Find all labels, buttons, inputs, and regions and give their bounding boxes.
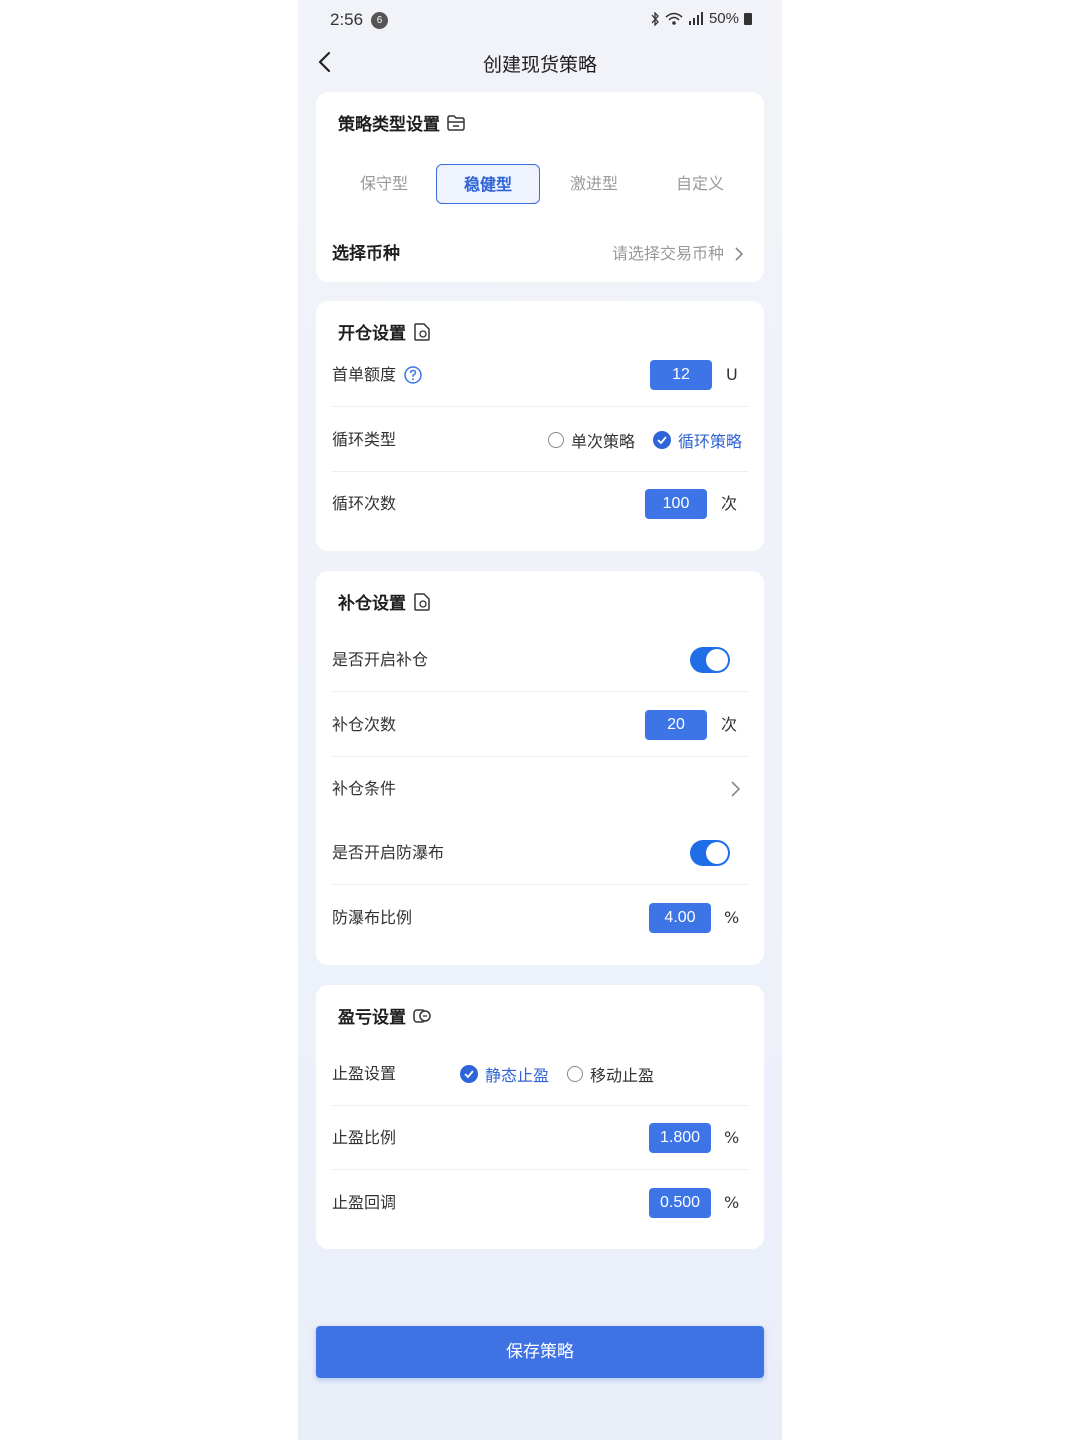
folder-icon bbox=[447, 114, 465, 131]
cycle-count-unit: 次 bbox=[721, 494, 738, 513]
battery-icon bbox=[744, 12, 752, 25]
status-indicators: 50% bbox=[650, 10, 752, 27]
radio-static-take-profit-label: 静态止盈 bbox=[485, 1066, 550, 1085]
open-position-title: 开仓设置 bbox=[338, 319, 432, 344]
add-position-card: 补仓设置 是否开启补仓 补仓次数 20 次 补仓条件 是否开启防瀑布 防瀑布比例… bbox=[316, 571, 764, 965]
cycle-type-label: 循环类型 bbox=[332, 430, 397, 449]
nav-bar: 创建现货策略 bbox=[298, 40, 782, 84]
radio-unchecked-icon bbox=[548, 432, 564, 448]
add-position-title: 补仓设置 bbox=[338, 589, 432, 614]
anti-crash-ratio-input[interactable]: 4.00 bbox=[649, 903, 711, 933]
enable-add-position-toggle[interactable] bbox=[690, 647, 730, 673]
cycle-type-row: 循环类型 单次策略 循环策略 bbox=[332, 408, 748, 472]
add-position-condition-label: 补仓条件 bbox=[332, 779, 397, 798]
status-time: 2:56 bbox=[330, 10, 364, 29]
strategy-type-title-text: 策略类型设置 bbox=[338, 115, 440, 135]
take-profit-ratio-unit: % bbox=[724, 1128, 740, 1147]
take-profit-radio-group: 静态止盈 移动止盈 bbox=[460, 1042, 654, 1106]
anti-crash-row: 是否开启防瀑布 bbox=[332, 821, 748, 885]
take-profit-pullback-row: 止盈回调 0.500 % bbox=[332, 1171, 748, 1235]
radio-single-strategy-label: 单次策略 bbox=[571, 432, 636, 451]
add-position-title-text: 补仓设置 bbox=[338, 594, 406, 614]
document-clock-icon bbox=[414, 592, 430, 611]
first-order-label: 首单额度 bbox=[332, 343, 422, 407]
phone-screen: 2:56 6 50% 创建现货策略 策略类型设置 保守型 稳健型 激进型 自定义… bbox=[298, 0, 782, 1440]
cycle-count-input[interactable]: 100 bbox=[645, 489, 707, 519]
take-profit-ratio-row: 止盈比例 1.800 % bbox=[332, 1106, 748, 1170]
radio-checked-icon bbox=[460, 1065, 478, 1083]
notification-count-badge: 6 bbox=[371, 12, 388, 29]
enable-add-position-label: 是否开启补仓 bbox=[332, 650, 429, 669]
chevron-right-icon[interactable] bbox=[728, 779, 742, 799]
take-profit-ratio-label: 止盈比例 bbox=[332, 1128, 397, 1147]
coin-select-label: 选择币种 bbox=[332, 244, 400, 264]
cycle-count-row: 循环次数 100 次 bbox=[332, 472, 748, 536]
first-order-row: 首单额度 12 U bbox=[332, 343, 748, 407]
anti-crash-ratio-unit: % bbox=[724, 908, 740, 927]
radio-trailing-take-profit[interactable]: 移动止盈 bbox=[567, 1062, 654, 1086]
radio-unchecked-icon bbox=[567, 1066, 584, 1082]
anti-crash-label: 是否开启防瀑布 bbox=[332, 843, 445, 862]
profit-loss-title: 盈亏设置 bbox=[338, 1003, 432, 1028]
coin-select-placeholder: 请选择交易币种 bbox=[611, 244, 724, 263]
help-icon[interactable] bbox=[404, 366, 422, 384]
tab-balanced[interactable]: 稳健型 bbox=[436, 164, 540, 204]
anti-crash-ratio-row: 防瀑布比例 4.00 % bbox=[332, 886, 748, 950]
bluetooth-icon bbox=[651, 11, 659, 26]
coins-icon bbox=[413, 1008, 431, 1023]
toggle-knob bbox=[706, 842, 728, 864]
profit-loss-card: 盈亏设置 止盈设置 静态止盈 移动止盈 止盈比例 1.800 % 止盈回调 0.… bbox=[316, 985, 764, 1249]
take-profit-pullback-unit: % bbox=[724, 1193, 740, 1212]
open-position-title-text: 开仓设置 bbox=[338, 324, 406, 344]
radio-trailing-take-profit-label: 移动止盈 bbox=[590, 1066, 655, 1085]
take-profit-pullback-input[interactable]: 0.500 bbox=[649, 1188, 711, 1218]
tab-aggressive[interactable]: 激进型 bbox=[542, 164, 646, 204]
enable-add-position-row: 是否开启补仓 bbox=[332, 628, 748, 692]
wifi-icon bbox=[665, 12, 683, 25]
radio-cycle-strategy-label: 循环策略 bbox=[678, 432, 743, 451]
document-clock-icon bbox=[414, 322, 430, 341]
take-profit-pullback-label: 止盈回调 bbox=[332, 1193, 397, 1212]
radio-static-take-profit[interactable]: 静态止盈 bbox=[460, 1062, 549, 1086]
add-position-count-unit: 次 bbox=[721, 715, 738, 734]
first-order-label-text: 首单额度 bbox=[332, 365, 397, 384]
coin-select-row[interactable]: 选择币种 请选择交易币种 bbox=[332, 222, 748, 286]
first-order-unit: U bbox=[726, 365, 738, 384]
chevron-right-icon bbox=[735, 247, 744, 261]
strategy-type-title: 策略类型设置 bbox=[338, 110, 466, 135]
status-bar: 2:56 6 50% bbox=[298, 0, 782, 40]
strategy-type-card: 策略类型设置 保守型 稳健型 激进型 自定义 选择币种 请选择交易币种 bbox=[316, 92, 764, 282]
tab-conservative[interactable]: 保守型 bbox=[332, 164, 436, 204]
profit-loss-title-text: 盈亏设置 bbox=[338, 1008, 406, 1028]
signal-icon bbox=[688, 11, 703, 25]
open-position-card: 开仓设置 首单额度 12 U 循环类型 单次策略 循环策略 循环次数 100 次 bbox=[316, 301, 764, 551]
radio-single-strategy[interactable]: 单次策略 bbox=[548, 428, 635, 452]
take-profit-ratio-input[interactable]: 1.800 bbox=[649, 1123, 711, 1153]
add-position-count-input[interactable]: 20 bbox=[645, 710, 707, 740]
cycle-type-radio-group: 单次策略 循环策略 bbox=[548, 408, 742, 472]
save-strategy-button[interactable]: 保存策略 bbox=[316, 1326, 764, 1378]
first-order-input[interactable]: 12 bbox=[650, 360, 712, 390]
toggle-knob bbox=[706, 649, 728, 671]
anti-crash-toggle[interactable] bbox=[690, 840, 730, 866]
take-profit-mode-label: 止盈设置 bbox=[332, 1064, 397, 1083]
strategy-type-tabs: 保守型 稳健型 激进型 自定义 bbox=[332, 164, 748, 206]
coin-select-button[interactable]: 请选择交易币种 bbox=[612, 222, 744, 286]
anti-crash-ratio-label: 防瀑布比例 bbox=[332, 908, 413, 927]
add-position-condition-row[interactable]: 补仓条件 bbox=[332, 757, 748, 821]
add-position-count-row: 补仓次数 20 次 bbox=[332, 693, 748, 757]
tab-custom[interactable]: 自定义 bbox=[648, 164, 752, 204]
take-profit-mode-row: 止盈设置 静态止盈 移动止盈 bbox=[332, 1042, 748, 1106]
radio-cycle-strategy[interactable]: 循环策略 bbox=[653, 428, 742, 452]
add-position-count-label: 补仓次数 bbox=[332, 715, 397, 734]
page-title: 创建现货策略 bbox=[482, 54, 597, 76]
radio-checked-icon bbox=[653, 431, 672, 449]
cycle-count-label: 循环次数 bbox=[332, 494, 397, 513]
battery-percent: 50% bbox=[708, 10, 739, 27]
